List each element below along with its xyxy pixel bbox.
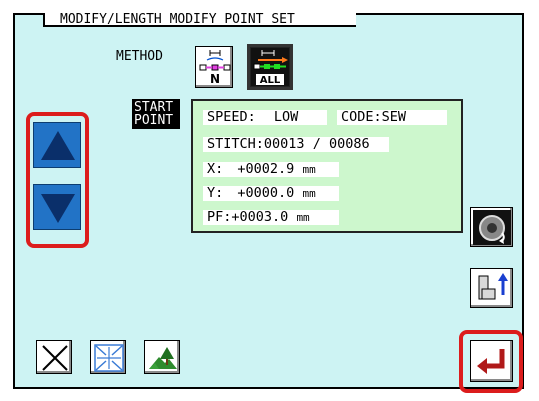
code-label: CODE: <box>341 109 382 125</box>
zoom-fit-icon <box>94 344 124 372</box>
handwheel-icon <box>473 210 511 245</box>
method-n-glyph: N <box>210 72 220 86</box>
code-value: SEW <box>381 109 407 125</box>
down-button[interactable] <box>33 184 81 230</box>
origin-return-icon <box>478 273 508 300</box>
method-n-icon: N <box>199 50 231 86</box>
stitch-total: 00086 <box>328 136 370 152</box>
x-unit: mm <box>302 163 316 176</box>
return-origin-button[interactable] <box>470 268 513 308</box>
point-info-box: SPEED: LOW CODE:SEW STITCH:00013 / 00086… <box>191 99 463 233</box>
stitch-label: STITCH: <box>207 136 264 152</box>
x-value: +0002.9 <box>237 161 295 177</box>
x-row: X: +0002.9 mm <box>203 162 339 177</box>
stitch-current: 00013 <box>263 136 305 152</box>
method-n-button[interactable]: N <box>195 46 233 88</box>
down-arrow-icon <box>41 194 75 223</box>
enter-icon <box>477 349 505 374</box>
zoom-fit-button[interactable] <box>90 340 126 374</box>
method-all-icon: ALL <box>251 48 289 86</box>
y-label: Y: <box>207 185 224 201</box>
method-all-glyph: ALL <box>260 75 281 86</box>
cancel-button[interactable] <box>36 340 72 374</box>
start-point-label: START POINT <box>132 99 180 129</box>
pf-unit: mm <box>296 211 310 224</box>
y-row: Y: +0000.0 mm <box>203 186 339 201</box>
image-button[interactable] <box>144 340 180 374</box>
handwheel-button[interactable] <box>470 207 513 247</box>
up-arrow-icon <box>41 131 75 160</box>
close-icon <box>42 345 68 371</box>
enter-button[interactable] <box>470 340 513 382</box>
speed-row: SPEED: LOW <box>203 110 327 125</box>
pf-label: PF: <box>207 209 232 225</box>
pf-value: +0003.0 <box>231 209 289 225</box>
y-unit: mm <box>302 187 316 200</box>
method-all-button[interactable]: ALL <box>247 44 293 90</box>
method-label: METHOD <box>116 49 163 64</box>
pf-row: PF:+0003.0 mm <box>203 210 339 225</box>
code-row: CODE:SEW <box>337 110 447 125</box>
up-button[interactable] <box>33 122 81 168</box>
stitch-separator: / <box>312 136 321 152</box>
speed-value: LOW <box>273 109 299 125</box>
speed-label: SPEED: <box>207 109 256 125</box>
x-label: X: <box>207 161 224 177</box>
y-value: +0000.0 <box>237 185 295 201</box>
page-title: MODIFY/LENGTH MODIFY POINT SET <box>43 13 356 27</box>
landscape-icon <box>149 347 177 369</box>
stitch-row: STITCH:00013 / 00086 <box>203 137 389 152</box>
screen: MODIFY/LENGTH MODIFY POINT SET METHOD N <box>0 0 539 401</box>
